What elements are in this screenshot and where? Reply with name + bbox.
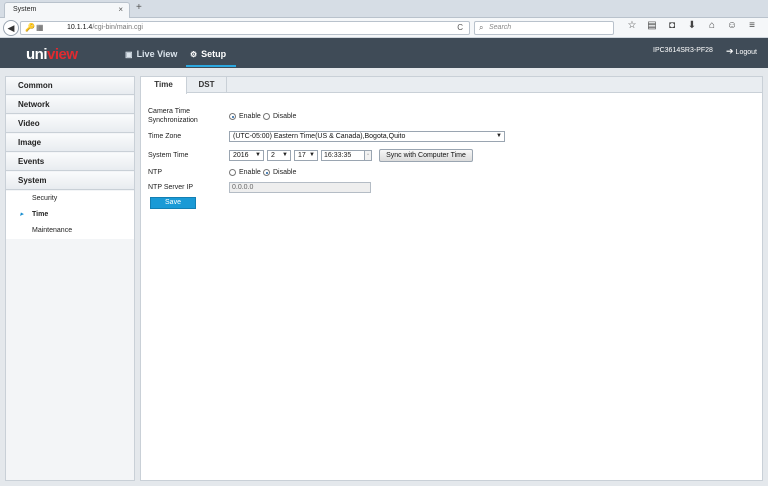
address-bar[interactable]: 🔑▦ 10.1.1.4/cgi-bin/main.cgi C (20, 21, 470, 35)
chevron-down-icon: ▼ (282, 152, 288, 158)
tab-dst[interactable]: DST (187, 77, 227, 93)
tab-time[interactable]: Time (141, 77, 187, 94)
sidebar-subitem-label: Maintenance (32, 227, 73, 234)
browser-nav-bar: ◀ 🔑▦ 10.1.1.4/cgi-bin/main.cgi C ⌕ Searc… (0, 18, 768, 38)
ntp-enable-label: Enable (239, 169, 261, 176)
nav-setup-label: Setup (201, 49, 227, 59)
chevron-down-icon: ▼ (496, 133, 502, 139)
sidebar-item-common[interactable]: Common (6, 77, 134, 95)
day-value: 17 (298, 152, 306, 159)
ntp-server-value: 0.0.0.0 (232, 184, 254, 191)
sidebar-item-events[interactable]: Events (6, 153, 134, 171)
logout-label: Logout (735, 49, 757, 56)
browser-tab[interactable]: System × (4, 2, 130, 18)
spinner-icon[interactable]: ▫ (364, 150, 372, 161)
sync-enable-radio[interactable] (229, 113, 236, 120)
month-select[interactable]: 2 ▼ (267, 150, 291, 161)
sidebar-item-video[interactable]: Video (6, 115, 134, 133)
device-model: IPC3614SR3-PF28 (653, 47, 713, 54)
nav-live-view[interactable]: ▣ Live View (125, 49, 177, 59)
month-value: 2 (271, 152, 275, 159)
logo-text-a: uni (26, 46, 48, 63)
chevron-down-icon: ▼ (255, 152, 261, 158)
sidebar-subitem-label: Time (32, 211, 49, 218)
nav-setup[interactable]: ⚙ Setup (190, 49, 226, 59)
sidebar-item-label: Video (18, 119, 40, 128)
logout-button[interactable]: ➔ Logout (726, 46, 757, 57)
timezone-value: (UTC-05:00) Eastern Time(US & Canada),Bo… (233, 133, 406, 140)
browser-toolbar-icons: ☆ ▤ ◘ ⬇ ⌂ ☺ ≡ (622, 20, 762, 31)
sidebar-item-label: Network (18, 100, 50, 109)
logout-icon: ➔ (726, 46, 734, 56)
sync-disable-label: Disable (273, 113, 297, 120)
clipboard-icon[interactable]: ▤ (642, 20, 662, 31)
download-icon[interactable]: ⬇ (682, 20, 702, 31)
url-text: 10.1.1.4/cgi-bin/main.cgi (67, 24, 143, 31)
url-path: /cgi-bin/main.cgi (92, 24, 143, 31)
day-select[interactable]: 17 ▼ (294, 150, 318, 161)
browser-tab-title: System (13, 6, 37, 13)
settings-sidebar: Common Network Video Image Events System… (5, 76, 135, 481)
arrow-right-icon: ▸ (20, 211, 24, 218)
ntp-disable-radio[interactable] (263, 169, 270, 176)
timezone-label: Time Zone (148, 133, 182, 140)
sidebar-item-image[interactable]: Image (6, 134, 134, 152)
ntp-enable-radio[interactable] (229, 169, 236, 176)
timezone-select[interactable]: (UTC-05:00) Eastern Time(US & Canada),Bo… (229, 131, 505, 142)
menu-icon[interactable]: ≡ (742, 20, 762, 31)
url-host: 10.1.1.4 (67, 24, 93, 31)
time-settings-panel: Time DST Camera Time Synchronization Ena… (140, 76, 763, 481)
reload-icon[interactable]: C (457, 23, 463, 32)
ntp-server-input[interactable]: 0.0.0.0 (229, 182, 371, 193)
chevron-down-icon: ▼ (309, 152, 315, 158)
year-value: 2016 (233, 152, 249, 159)
monitor-icon: ▣ (125, 50, 133, 59)
sidebar-item-label: Image (18, 138, 42, 147)
pocket-icon[interactable]: ◘ (662, 20, 682, 31)
star-icon[interactable]: ☆ (622, 20, 642, 31)
system-time-label: System Time (148, 152, 189, 159)
active-nav-underline (186, 65, 236, 67)
chat-icon[interactable]: ☺ (722, 20, 742, 31)
nav-live-view-label: Live View (136, 49, 178, 59)
search-input[interactable]: ⌕ Search (474, 21, 614, 35)
ntp-server-label: NTP Server IP (148, 184, 193, 191)
sidebar-subitem-maintenance[interactable]: Maintenance (6, 223, 134, 239)
sidebar-subitem-label: Security (32, 195, 58, 202)
sidebar-subitem-time[interactable]: ▸ Time (6, 207, 134, 223)
new-tab-icon[interactable]: + (136, 2, 142, 13)
home-icon[interactable]: ⌂ (702, 20, 722, 31)
sync-label-line2: Synchronization (148, 117, 198, 124)
time-value: 16:33:35 (324, 152, 352, 159)
back-arrow-icon[interactable]: ◀ (3, 20, 19, 36)
sidebar-item-label: Events (18, 157, 45, 166)
gear-icon: ⚙ (190, 50, 198, 59)
logo-text-b: view (47, 46, 78, 63)
close-icon[interactable]: × (118, 5, 123, 14)
sync-disable-radio[interactable] (263, 113, 270, 120)
sync-enable-label: Enable (239, 113, 261, 120)
time-input[interactable]: 16:33:35 ▫ (321, 150, 372, 161)
year-select[interactable]: 2016 ▼ (229, 150, 264, 161)
sidebar-subitem-security[interactable]: Security (6, 191, 134, 207)
sync-with-computer-time-button[interactable]: Sync with Computer Time (379, 149, 473, 162)
ntp-disable-label: Disable (273, 169, 297, 176)
uniview-logo: uniview (26, 46, 78, 63)
ntp-label: NTP (148, 169, 162, 176)
sidebar-item-label: Common (18, 81, 53, 90)
sidebar-item-network[interactable]: Network (6, 96, 134, 114)
search-icon: ⌕ (479, 23, 484, 32)
sidebar-item-system[interactable]: System (6, 172, 134, 190)
save-button[interactable]: Save (150, 197, 196, 209)
site-info-icon[interactable]: 🔑▦ (25, 23, 45, 32)
browser-tab-bar: System × + (0, 0, 768, 18)
sync-label-line1: Camera Time (148, 108, 191, 115)
tab-strip: Time DST (141, 77, 762, 94)
search-placeholder: Search (489, 24, 512, 31)
sidebar-item-label: System (18, 176, 47, 185)
app-header: uniview ▣ Live View ⚙ Setup IPC3614SR3-PF2… (0, 38, 768, 68)
